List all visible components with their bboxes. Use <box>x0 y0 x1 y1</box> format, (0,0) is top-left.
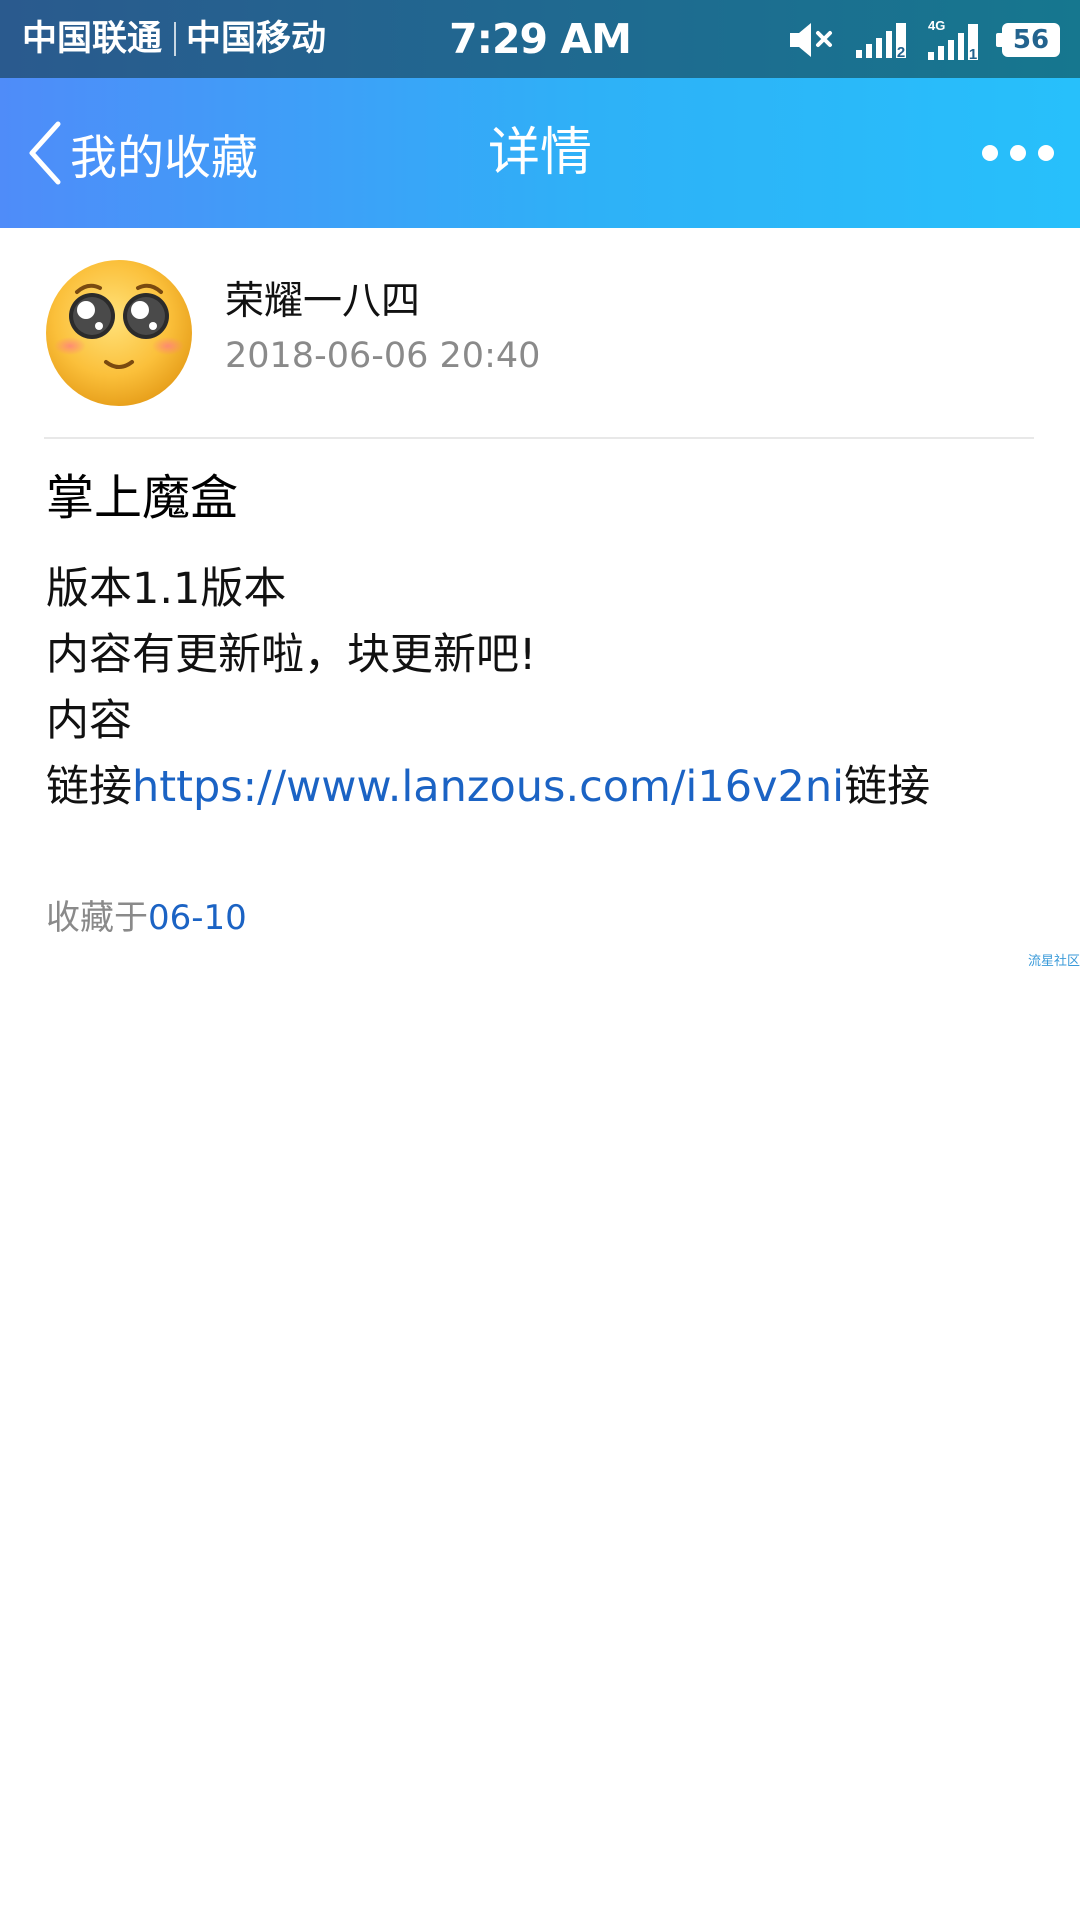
mute-icon <box>790 23 832 57</box>
post-line-content: 内容 <box>46 696 132 746</box>
more-button[interactable] <box>970 78 1054 228</box>
battery-level: 56 <box>1012 25 1050 55</box>
signal-4g-icon: 4G 1 <box>928 18 978 62</box>
author-name[interactable]: 荣耀一八四 <box>225 270 420 326</box>
page-title: 详情 <box>487 123 592 183</box>
more-dot <box>1038 145 1054 161</box>
post-timestamp: 2018-06-06 20:40 <box>225 336 541 376</box>
favorite-info: 收藏于06-10 <box>46 890 247 939</box>
status-bar: 中国联通 中国移动 7:29 AM 2 4G 1 56 <box>0 0 1080 78</box>
title-bar: 我的收藏 详情 <box>0 78 1080 228</box>
network-type-label: 4G <box>928 18 945 33</box>
avatar[interactable] <box>44 258 194 408</box>
sim-1-label: 1 <box>969 46 977 62</box>
post-line-version: 版本1.1版本 <box>46 564 287 614</box>
link-suffix: 链接 <box>844 762 931 812</box>
battery-icon: 56 <box>996 23 1060 57</box>
favorite-date: 06-10 <box>148 898 247 938</box>
link-prefix: 链接 <box>46 762 132 812</box>
watermark: 流星社区 <box>1027 954 1080 969</box>
more-dot <box>1010 145 1026 161</box>
favorite-label: 收藏于 <box>46 898 148 938</box>
post-title: 掌上魔盒 <box>46 470 239 526</box>
more-dots-icon <box>982 145 998 161</box>
status-icons: 2 4G 1 56 <box>772 14 1060 66</box>
screen: 中国联通 中国移动 7:29 AM 2 4G 1 56 我的收藏 详情 荣耀一八… <box>0 0 1080 1920</box>
divider <box>44 437 1034 439</box>
download-link[interactable]: https://www.lanzous.com/i16v2ni <box>132 762 844 812</box>
post-line-update: 内容有更新啦，块更新吧! <box>46 630 537 680</box>
post-body: 版本1.1版本 内容有更新啦，块更新吧! 内容 链接https://www.la… <box>46 556 1036 820</box>
post-line-link: 链接https://www.lanzous.com/i16v2ni链接 <box>46 754 1036 820</box>
author-row: 荣耀一八四 2018-06-06 20:40 <box>44 258 1034 408</box>
sim-2-label: 2 <box>897 44 905 60</box>
signal-icon: 2 <box>856 23 906 60</box>
